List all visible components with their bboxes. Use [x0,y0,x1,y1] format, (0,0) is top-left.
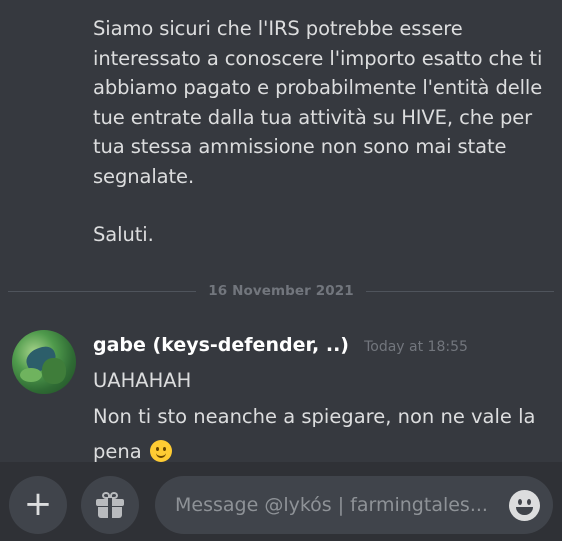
message-text-line: tue entrate dalla tua attività su HIVE, … [93,105,533,129]
message-text-line: tua stessa ammissione non sono mai state [93,135,507,158]
slightly-smiling-face-icon [149,440,172,462]
emoji-picker-icon[interactable] [509,490,540,521]
gift-icon [96,492,124,518]
message-header: gabe (keys-defender, ..) Today at 18:55 [93,334,468,356]
composer-bar: + [0,462,562,541]
date-divider: 16 November 2021 [8,282,554,300]
avatar[interactable] [12,330,76,394]
divider-line [8,290,197,292]
message-text-line: Non ti sto neanche a spiegare, non ne va… [93,399,553,469]
divider-line [365,290,554,292]
plus-icon: + [23,483,53,524]
message-text-line: segnalate. [93,164,195,188]
message-text-line: Siamo sicuri che l'IRS potrebbe essere [93,17,463,40]
add-attachment-button[interactable]: + [9,476,67,534]
message-text-line: abbiamo pagato e probabilmente l'entità … [93,76,543,99]
date-divider-label: 16 November 2021 [208,283,354,299]
message-text-line: UAHAHAH [93,369,192,392]
message-input[interactable] [155,476,553,534]
gift-button[interactable] [81,476,139,534]
message-text-line: interessato a conoscere l'importo esatto… [93,46,543,70]
message-closing: Saluti. [93,223,154,246]
previous-message-content: Siamo sicuri che l'IRS potrebbe essere i… [93,14,553,250]
username[interactable]: gabe (keys-defender, ..) [93,334,349,356]
message-timestamp: Today at 18:55 [364,339,468,355]
